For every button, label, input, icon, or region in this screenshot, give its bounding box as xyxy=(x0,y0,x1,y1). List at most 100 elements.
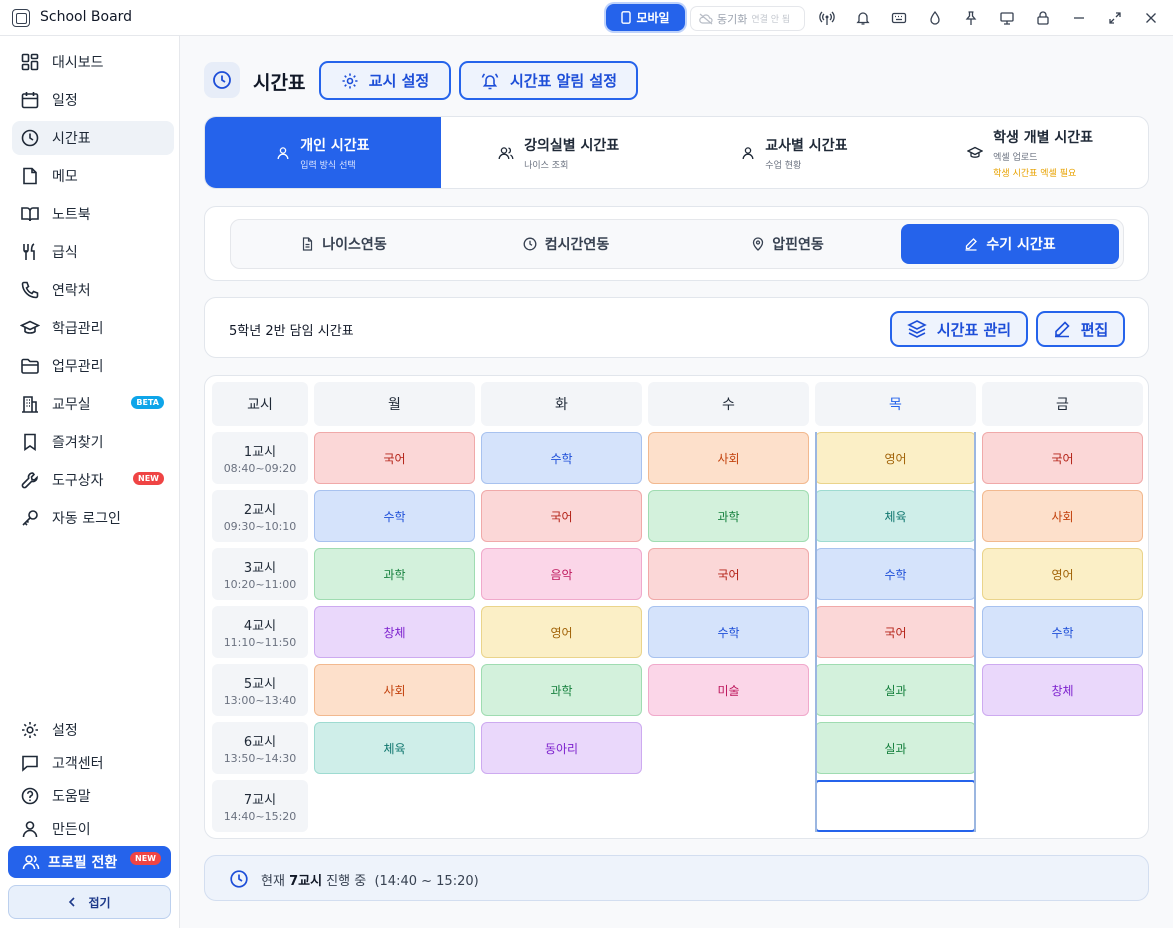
subject-cell[interactable]: 체육 xyxy=(314,722,475,774)
keyboard-icon[interactable] xyxy=(891,10,907,26)
subject-cell[interactable]: 과학 xyxy=(648,490,809,542)
title-bar: School Board 모바일 동기화 연결 안 됨 xyxy=(0,0,1173,36)
period-name: 7교시 xyxy=(243,793,277,808)
sidebar-item-help[interactable]: 도움말 xyxy=(12,779,174,813)
sidebar-item-settings[interactable]: 설정 xyxy=(12,713,174,747)
sidebar-item-label: 설정 xyxy=(52,723,78,739)
map-pin-icon xyxy=(752,237,764,251)
pencil-icon xyxy=(1053,320,1071,338)
subject-cell[interactable]: 영어 xyxy=(982,548,1143,600)
subject-cell[interactable]: 과학 xyxy=(314,548,475,600)
period-cell: 3교시 10:20~11:00 xyxy=(212,548,308,600)
subject-cell[interactable]: 영어 xyxy=(481,606,642,658)
sidebar-item-notebook[interactable]: 노트북 xyxy=(12,197,174,231)
mode-subtitle: 엑셀 업로드 xyxy=(993,152,1038,163)
sidebar-item-staff-room[interactable]: 교무실 BETA xyxy=(12,387,174,421)
subject-cell[interactable]: 수학 xyxy=(481,432,642,484)
sidebar-item-toolbox[interactable]: 도구상자 NEW xyxy=(12,463,174,497)
period-time: 14:40~15:20 xyxy=(223,810,297,823)
sidebar-item-auto-login[interactable]: 자동 로그인 xyxy=(12,501,174,535)
user-icon xyxy=(276,146,290,160)
subject-cell[interactable]: 국어 xyxy=(648,548,809,600)
maximize-icon[interactable] xyxy=(1107,10,1123,26)
sidebar-item-label: 즐겨찾기 xyxy=(52,435,104,451)
sidebar-item-class-management[interactable]: 학급관리 xyxy=(12,311,174,345)
subject-cell[interactable]: 미술 xyxy=(648,664,809,716)
wrench-icon xyxy=(20,470,40,490)
clock-icon xyxy=(229,869,249,889)
mode-student[interactable]: 학생 개별 시간표 엑셀 업로드 학생 시간표 엑셀 필요 xyxy=(912,117,1148,188)
mode-teacher[interactable]: 교사별 시간표 수업 현황 xyxy=(677,117,913,188)
alarm-settings-button[interactable]: 시간표 알림 설정 xyxy=(459,61,638,100)
close-icon[interactable] xyxy=(1143,10,1159,26)
sidebar-item-label: 교무실 xyxy=(52,397,91,413)
pencil-icon xyxy=(964,237,978,251)
mobile-mode-button[interactable]: 모바일 xyxy=(606,4,685,31)
sync-label: 동기화 xyxy=(717,12,748,26)
day-header-mon: 월 xyxy=(314,382,475,426)
subject-cell[interactable]: 실과 xyxy=(815,722,976,774)
monitor-icon[interactable] xyxy=(999,10,1015,26)
mode-classroom[interactable]: 강의실별 시간표 나이스 조회 xyxy=(441,117,677,188)
subject-cell[interactable]: 수학 xyxy=(314,490,475,542)
subject-cell[interactable]: 사회 xyxy=(648,432,809,484)
subject-cell[interactable]: 창체 xyxy=(982,664,1143,716)
folder-icon xyxy=(20,356,40,376)
subject-cell[interactable]: 수학 xyxy=(982,606,1143,658)
bell-icon[interactable] xyxy=(855,10,871,26)
new-badge: NEW xyxy=(133,472,164,485)
gear-icon xyxy=(20,720,40,740)
subject-cell[interactable]: 수학 xyxy=(815,548,976,600)
profile-switch-button[interactable]: 프로필 전환 NEW xyxy=(8,846,171,878)
beta-badge: BETA xyxy=(131,396,164,409)
subject-cell[interactable]: 실과 xyxy=(815,664,976,716)
class-label: 5학년 2반 담임 시간표 xyxy=(229,324,354,339)
subject-cell[interactable]: 창체 xyxy=(314,606,475,658)
broadcast-icon[interactable] xyxy=(819,10,835,26)
source-comsi[interactable]: 컴시간연동 xyxy=(457,224,675,264)
sidebar-item-label: 고객센터 xyxy=(52,756,104,772)
subject-cell[interactable]: 동아리 xyxy=(481,722,642,774)
collapse-button[interactable]: 접기 xyxy=(8,885,171,919)
user-icon xyxy=(741,146,755,160)
sidebar-item-work-management[interactable]: 업무관리 xyxy=(12,349,174,383)
edit-button[interactable]: 편집 xyxy=(1036,311,1125,347)
timetable-manage-button[interactable]: 시간표 관리 xyxy=(890,311,1028,347)
source-neis[interactable]: 나이스연동 xyxy=(235,224,453,264)
sidebar-item-timetable[interactable]: 시간표 xyxy=(12,121,174,155)
subject-cell[interactable]: 국어 xyxy=(982,432,1143,484)
subject-cell[interactable]: 국어 xyxy=(314,432,475,484)
sync-button[interactable]: 동기화 연결 안 됨 xyxy=(690,6,805,31)
sidebar-item-support[interactable]: 고객센터 xyxy=(12,746,174,780)
droplet-icon[interactable] xyxy=(927,10,943,26)
sidebar-item-memo[interactable]: 메모 xyxy=(12,159,174,193)
source-manual[interactable]: 수기 시간표 xyxy=(901,224,1119,264)
subject-cell[interactable]: 과학 xyxy=(481,664,642,716)
subject-cell[interactable]: 국어 xyxy=(481,490,642,542)
sidebar-item-dashboard[interactable]: 대시보드 xyxy=(12,45,174,79)
subject-cell[interactable]: 사회 xyxy=(314,664,475,716)
mode-personal[interactable]: 개인 시간표 입력 방식 선택 xyxy=(205,117,441,188)
source-apin[interactable]: 압핀연동 xyxy=(679,224,897,264)
period-time: 09:30~10:10 xyxy=(223,520,297,533)
lock-icon[interactable] xyxy=(1035,10,1051,26)
minimize-icon[interactable] xyxy=(1071,10,1087,26)
sidebar-item-favorites[interactable]: 즐겨찾기 xyxy=(12,425,174,459)
subject-cell[interactable]: 체육 xyxy=(815,490,976,542)
subject-cell[interactable]: 사회 xyxy=(982,490,1143,542)
subject-cell[interactable]: 수학 xyxy=(648,606,809,658)
pin-icon[interactable] xyxy=(963,10,979,26)
period-header: 교시 xyxy=(212,382,308,426)
sidebar-item-label: 자동 로그인 xyxy=(52,511,121,527)
sidebar-item-contacts[interactable]: 연락처 xyxy=(12,273,174,307)
period-settings-button[interactable]: 교시 설정 xyxy=(319,61,451,100)
sidebar-item-credits[interactable]: 만든이 xyxy=(12,812,174,846)
calendar-icon xyxy=(20,90,40,110)
subject-cell[interactable]: 음악 xyxy=(481,548,642,600)
sidebar-item-meal[interactable]: 급식 xyxy=(12,235,174,269)
sidebar-item-schedule[interactable]: 일정 xyxy=(12,83,174,117)
alarm-settings-label: 시간표 알림 설정 xyxy=(509,72,618,90)
current-period-cell[interactable] xyxy=(815,780,976,832)
subject-cell[interactable]: 영어 xyxy=(815,432,976,484)
subject-cell[interactable]: 국어 xyxy=(815,606,976,658)
